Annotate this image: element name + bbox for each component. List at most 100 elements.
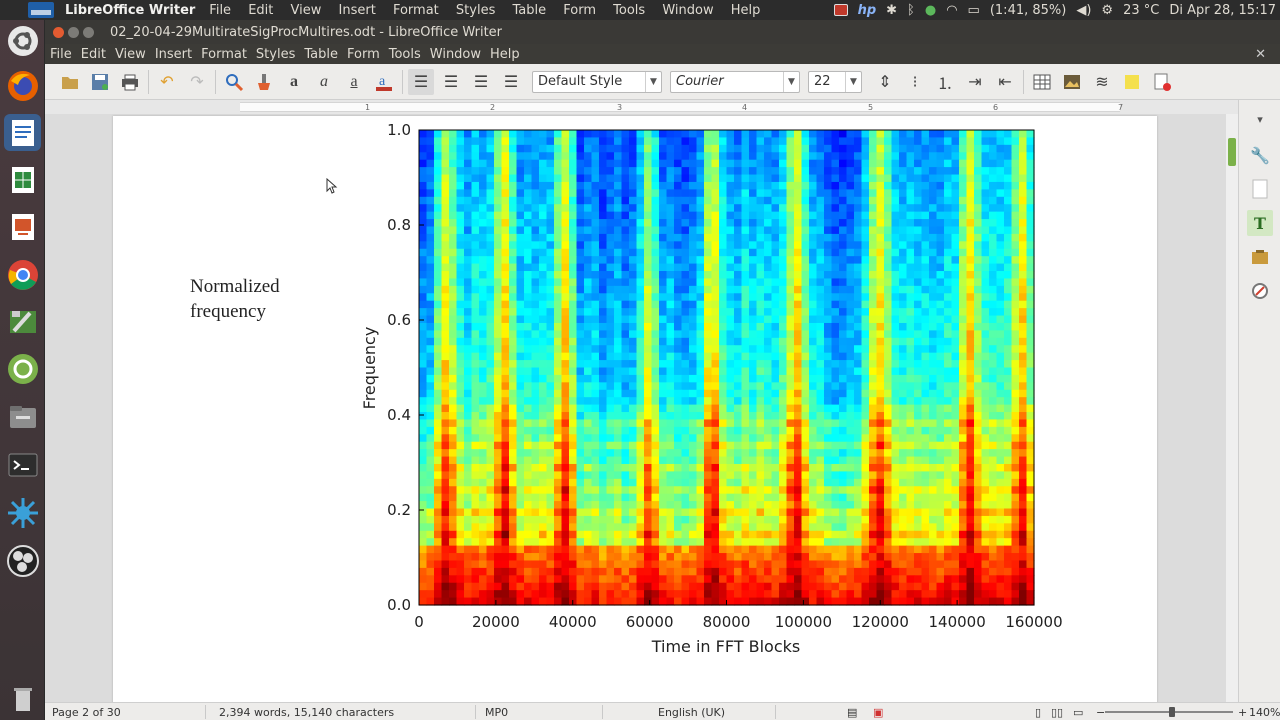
global-menu-styles[interactable]: Styles	[456, 3, 495, 18]
line-spacing-icon[interactable]: ⇕	[872, 69, 898, 95]
italic-icon[interactable]: a	[311, 69, 337, 95]
sidebar-page-icon[interactable]	[1247, 176, 1273, 202]
window-maximize-button[interactable]	[83, 26, 94, 38]
menu-format[interactable]: Format	[201, 47, 247, 62]
global-menu-form[interactable]: Form	[563, 3, 596, 18]
find-replace-icon[interactable]	[221, 69, 247, 95]
trash-icon[interactable]	[4, 680, 41, 717]
increase-indent-icon[interactable]: ⇥	[962, 69, 988, 95]
global-menu-table[interactable]: Table	[513, 3, 547, 18]
insert-mode-icon[interactable]: ▤	[847, 706, 857, 719]
menu-form[interactable]: Form	[347, 47, 380, 62]
chevron-down-icon[interactable]: ▼	[645, 71, 661, 92]
chevron-down-icon[interactable]: ▼	[783, 71, 799, 92]
window-close-button[interactable]	[53, 26, 64, 38]
numbered-list-icon[interactable]: ⒈	[932, 69, 958, 95]
calc-icon[interactable]	[4, 161, 41, 198]
font-color-icon[interactable]: a	[371, 69, 397, 95]
weather-status[interactable]: 23 °C	[1123, 3, 1159, 18]
vertical-scrollbar[interactable]	[1226, 114, 1238, 702]
chevron-down-icon[interactable]: ▼	[845, 71, 861, 92]
track-changes-icon[interactable]	[1149, 69, 1175, 95]
menu-edit[interactable]: Edit	[81, 47, 106, 62]
global-menu-insert[interactable]: Insert	[339, 3, 376, 18]
battery-status[interactable]: (1:41, 85%)	[990, 3, 1067, 18]
zoom-out-icon[interactable]: −	[1096, 706, 1105, 719]
menu-tools[interactable]: Tools	[389, 47, 421, 62]
multi-page-view-icon[interactable]: ▯▯	[1051, 706, 1063, 719]
clone-formatting-icon[interactable]	[251, 69, 277, 95]
document-area[interactable]: Normalized frequency 0 20000 40000 60000 800…	[45, 114, 1238, 702]
menu-table[interactable]: Table	[304, 47, 338, 62]
dropbox-icon[interactable]: ✱	[886, 3, 897, 18]
impress-icon[interactable]	[4, 208, 41, 245]
menu-view[interactable]: View	[115, 47, 146, 62]
book-view-icon[interactable]: ▭	[1073, 706, 1083, 719]
page-style[interactable]: MP0	[485, 706, 508, 719]
align-left-icon[interactable]: ☰	[408, 68, 434, 95]
insert-comment-icon[interactable]	[1119, 69, 1145, 95]
close-document-icon[interactable]: ✕	[1255, 47, 1266, 62]
dash-home-icon[interactable]	[4, 22, 41, 59]
firefox-icon[interactable]	[4, 67, 41, 104]
sidebar-settings-icon[interactable]: ▾	[1247, 106, 1273, 132]
volume-icon[interactable]: ◀)	[1076, 3, 1091, 18]
justify-icon[interactable]: ☰	[498, 69, 524, 95]
weather-icon[interactable]: ⚙	[1101, 3, 1113, 18]
screen-record-icon[interactable]	[833, 4, 848, 16]
global-menu-file[interactable]: File	[209, 3, 231, 18]
document-modified-icon[interactable]: ▣	[873, 706, 883, 719]
system-tools-icon[interactable]	[4, 303, 41, 340]
word-count[interactable]: 2,394 words, 15,140 characters	[219, 706, 394, 719]
paragraph-style-combo[interactable]: Default Style ▼	[532, 70, 662, 93]
obs-studio-icon[interactable]	[4, 542, 41, 579]
sidebar-properties-icon[interactable]: 🔧	[1247, 142, 1273, 168]
update-check-icon[interactable]: ●	[925, 3, 936, 18]
decrease-indent-icon[interactable]: ⇤	[992, 69, 1018, 95]
align-center-icon[interactable]: ☰	[438, 69, 464, 95]
global-menu-view[interactable]: View	[291, 3, 322, 18]
battery-icon[interactable]: ▭	[968, 3, 980, 18]
save-icon[interactable]	[87, 69, 113, 95]
software-updater-icon[interactable]	[4, 350, 41, 387]
menu-insert[interactable]: Insert	[155, 47, 192, 62]
writer-icon[interactable]	[4, 114, 41, 151]
sidebar-styles-icon[interactable]: T	[1247, 210, 1273, 236]
global-menu-edit[interactable]: Edit	[248, 3, 273, 18]
undo-icon[interactable]: ↶	[154, 69, 180, 95]
scrollbar-thumb[interactable]	[1228, 138, 1236, 166]
global-menu-help[interactable]: Help	[731, 3, 761, 18]
font-name-combo[interactable]: Courier ▼	[670, 70, 800, 93]
hp-printer-icon[interactable]: hp	[858, 3, 877, 18]
open-folder-icon[interactable]	[57, 69, 83, 95]
terminal-icon[interactable]	[4, 446, 41, 483]
clock[interactable]: Di Apr 28, 15:17	[1169, 3, 1276, 18]
sidebar-navigator-icon[interactable]	[1247, 278, 1273, 304]
menu-file[interactable]: File	[50, 47, 72, 62]
chrome-icon[interactable]	[4, 256, 41, 293]
redo-icon[interactable]: ↷	[184, 69, 210, 95]
underline-icon[interactable]: a	[341, 69, 367, 95]
bluetooth-icon[interactable]: ᛒ	[907, 3, 915, 18]
wifi-icon[interactable]: ◠	[946, 3, 957, 18]
sidebar-gallery-icon[interactable]	[1247, 244, 1273, 270]
menu-styles[interactable]: Styles	[256, 47, 295, 62]
insert-table-icon[interactable]	[1029, 69, 1055, 95]
language-status[interactable]: English (UK)	[658, 706, 725, 719]
align-right-icon[interactable]: ☰	[468, 69, 494, 95]
page-count[interactable]: Page 2 of 30	[52, 706, 121, 719]
kdenlive-icon[interactable]	[4, 494, 41, 531]
font-size-combo[interactable]: 22 ▼	[808, 70, 862, 93]
horizontal-ruler[interactable]: 1 2 3 4 5 6 7	[45, 100, 1238, 114]
global-menu-tools[interactable]: Tools	[613, 3, 645, 18]
insert-chart-icon[interactable]: ≋	[1089, 69, 1115, 95]
ubuntu-logo-icon[interactable]	[28, 2, 54, 18]
print-icon[interactable]	[117, 69, 143, 95]
insert-image-icon[interactable]	[1059, 69, 1085, 95]
file-manager-icon[interactable]	[4, 398, 41, 435]
bullet-list-icon[interactable]: ⁝	[902, 69, 928, 95]
document-page[interactable]: Normalized frequency 0 20000 40000 60000 800…	[113, 116, 1157, 702]
menu-help[interactable]: Help	[490, 47, 520, 62]
bold-icon[interactable]: a	[281, 69, 307, 95]
global-menu-window[interactable]: Window	[662, 3, 713, 18]
